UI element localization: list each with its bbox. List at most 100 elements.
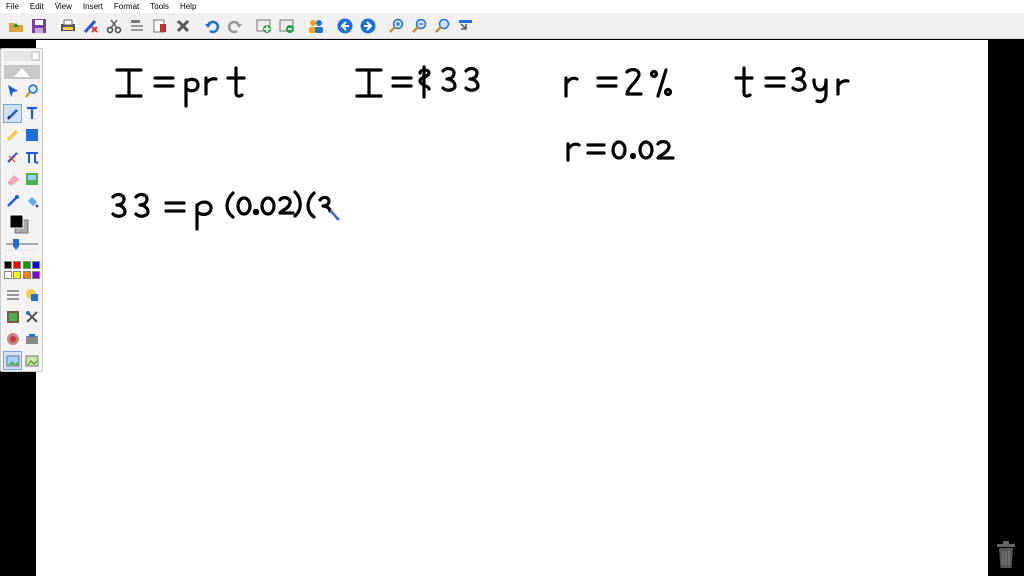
eraser-tool[interactable] xyxy=(5,171,21,187)
cut-button[interactable] xyxy=(104,16,124,36)
background-icon xyxy=(7,311,19,323)
palette-header[interactable] xyxy=(4,51,40,61)
handwriting-formula xyxy=(115,66,246,108)
highlighter-icon xyxy=(6,129,19,142)
palette-collapse-icon xyxy=(4,51,40,61)
color-swatch-white[interactable] xyxy=(4,271,12,279)
color-swatch-purple[interactable] xyxy=(32,271,40,279)
zoom-out-icon xyxy=(412,18,427,33)
new-page-button[interactable] xyxy=(254,16,274,36)
color-selector[interactable] xyxy=(8,213,30,235)
text-icon xyxy=(27,106,37,119)
page-sorter-tool[interactable] xyxy=(3,351,22,370)
camera-tool[interactable] xyxy=(24,331,40,347)
pen-cursor-icon xyxy=(329,209,340,221)
pi-icon xyxy=(26,152,39,164)
cut-icon xyxy=(106,19,122,33)
line-pen-icon xyxy=(7,152,18,163)
tools-tool[interactable] xyxy=(24,309,40,325)
image-tool[interactable] xyxy=(24,171,40,187)
insert-image-icon xyxy=(25,355,39,367)
duplicate-page-button[interactable] xyxy=(277,16,297,36)
app-window: File Edit View Insert Format Tools Help xyxy=(0,0,1024,576)
trash-button[interactable] xyxy=(994,540,1018,570)
color-swatch-green[interactable] xyxy=(23,261,31,269)
whiteboard-canvas[interactable] xyxy=(36,40,988,576)
background-tool[interactable] xyxy=(5,309,21,325)
pen-size-slider[interactable] xyxy=(4,238,40,252)
text-tool[interactable] xyxy=(24,105,40,121)
toolbar xyxy=(0,13,1024,39)
share-icon xyxy=(309,19,323,33)
fill-style-tool[interactable] xyxy=(24,287,40,303)
menu-edit[interactable]: Edit xyxy=(24,0,49,13)
screen-capture-icon xyxy=(459,19,472,30)
copy-button[interactable] xyxy=(127,16,147,36)
zoom-in-button[interactable] xyxy=(387,16,407,36)
slider-icon xyxy=(6,239,38,251)
trash-icon xyxy=(997,541,1015,568)
copy-icon xyxy=(131,19,143,31)
color-swatch-yellow[interactable] xyxy=(13,271,21,279)
previous-page-button[interactable] xyxy=(335,16,355,36)
camera-icon xyxy=(26,334,38,344)
menu-format[interactable]: Format xyxy=(108,0,144,13)
next-page-button[interactable] xyxy=(358,16,378,36)
duplicate-page-icon xyxy=(279,19,294,33)
paste-button[interactable] xyxy=(150,16,170,36)
select-tool[interactable] xyxy=(5,83,21,99)
handwriting-rate xyxy=(564,68,673,98)
print-button[interactable] xyxy=(58,16,78,36)
math-tool[interactable] xyxy=(24,149,40,165)
zoom-out-button[interactable] xyxy=(410,16,430,36)
save-button[interactable] xyxy=(29,16,49,36)
color-swatch-black[interactable] xyxy=(4,261,12,269)
redo-icon xyxy=(227,20,242,33)
paint-bucket-icon xyxy=(28,197,39,208)
pen-icon xyxy=(6,108,18,120)
palette-expand-button[interactable] xyxy=(4,65,40,79)
record-icon xyxy=(7,333,19,345)
line-tool[interactable] xyxy=(5,149,21,165)
menu-help[interactable]: Help xyxy=(174,0,201,13)
menu-view[interactable]: View xyxy=(49,0,77,13)
zoom-fit-icon xyxy=(435,18,450,33)
share-button[interactable] xyxy=(306,16,326,36)
zoom-fit-button[interactable] xyxy=(433,16,453,36)
zoom-in-icon xyxy=(389,18,404,33)
tool-palette xyxy=(0,48,43,372)
highlighter-tool[interactable] xyxy=(5,127,21,143)
screen-capture-button[interactable] xyxy=(456,16,476,36)
previous-page-icon xyxy=(337,18,353,33)
menu-tools[interactable]: Tools xyxy=(144,0,174,13)
print-icon xyxy=(61,19,75,31)
line-style-tool[interactable] xyxy=(5,287,21,303)
clear-button[interactable] xyxy=(81,16,101,36)
redo-button[interactable] xyxy=(225,16,245,36)
page-sorter-icon xyxy=(6,355,19,366)
delete-button[interactable] xyxy=(173,16,193,36)
menu-insert[interactable]: Insert xyxy=(77,0,108,13)
undo-button[interactable] xyxy=(202,16,222,36)
insert-image-tool[interactable] xyxy=(24,353,40,369)
color-swatch-blue[interactable] xyxy=(32,261,40,269)
shape-tool[interactable] xyxy=(24,127,40,143)
open-button[interactable] xyxy=(6,16,26,36)
open-icon xyxy=(9,22,23,32)
fill-tool[interactable] xyxy=(24,193,40,209)
handwriting-interest xyxy=(355,65,480,99)
triangle-up-icon xyxy=(4,65,40,79)
current-color-icon xyxy=(9,214,29,234)
picture-icon xyxy=(26,173,38,185)
color-swatch-red[interactable] xyxy=(13,261,21,269)
tools-icon xyxy=(26,311,38,323)
magnifier-icon xyxy=(25,84,38,98)
eyedropper-tool[interactable] xyxy=(5,193,21,209)
eraser-icon xyxy=(7,175,19,186)
eyedropper-icon xyxy=(7,195,19,207)
color-swatch-orange[interactable] xyxy=(23,271,31,279)
zoom-tool[interactable] xyxy=(24,83,40,99)
recorder-tool[interactable] xyxy=(5,331,21,347)
menu-file[interactable]: File xyxy=(0,0,24,13)
pen-tool[interactable] xyxy=(3,104,22,123)
